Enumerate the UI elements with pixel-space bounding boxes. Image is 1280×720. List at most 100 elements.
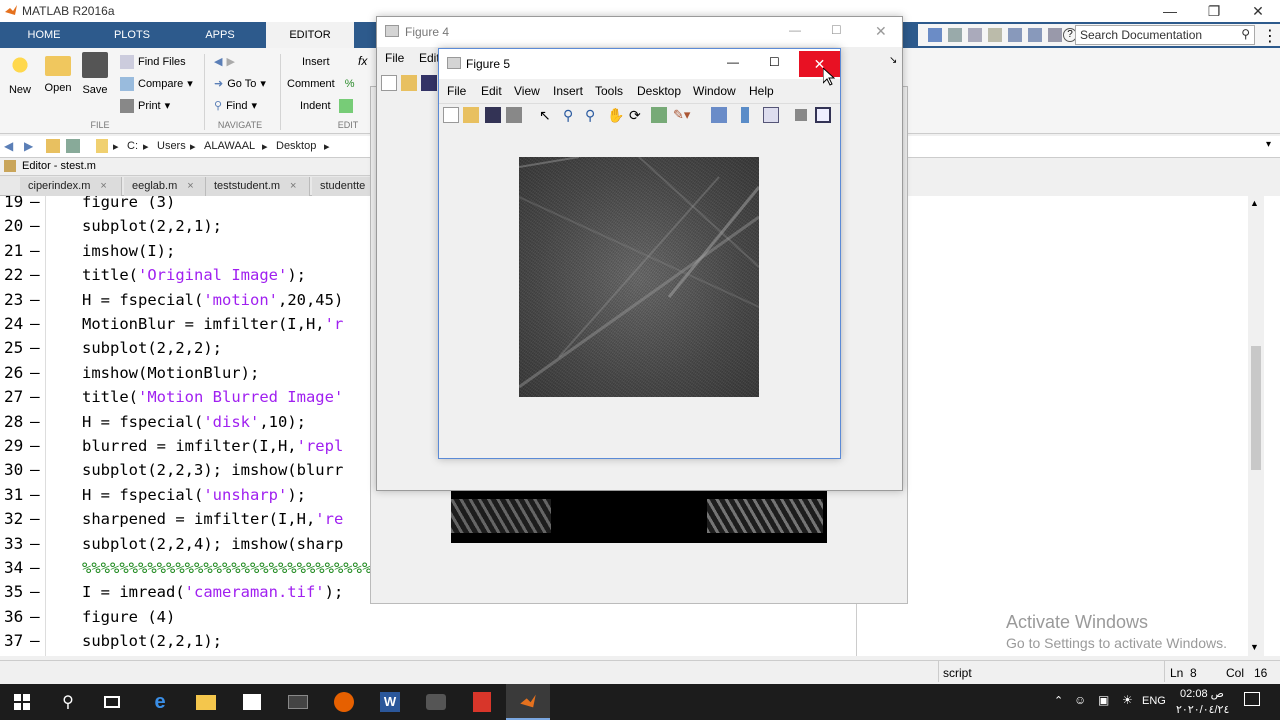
breakpoint-marker[interactable]: — — [30, 458, 40, 482]
tab-home[interactable]: HOME — [0, 22, 88, 48]
breakpoint-marker[interactable]: — — [30, 288, 40, 312]
zoom-out-icon[interactable]: ⚲ — [585, 107, 595, 124]
new-button[interactable]: New — [2, 52, 38, 96]
menu-edit[interactable]: Edit — [481, 84, 502, 98]
go-to-button[interactable]: ➜ Go To ▾ — [214, 75, 266, 93]
action-center-icon[interactable] — [1244, 692, 1260, 706]
browse-folder-icon[interactable] — [66, 139, 80, 153]
link-plot-icon[interactable] — [711, 107, 727, 123]
open-file-icon[interactable] — [401, 75, 417, 91]
find-button[interactable]: ⚲ Find ▾ — [214, 97, 257, 115]
indent-button[interactable]: Indent — [300, 97, 353, 115]
forward-icon[interactable]: ▶ — [24, 139, 33, 153]
menu-window[interactable]: Window — [693, 84, 736, 98]
minimize-button[interactable]: — — [789, 23, 801, 37]
close-button[interactable]: ✕ — [875, 23, 887, 40]
address-dropdown-icon[interactable]: ▾ — [1266, 139, 1271, 150]
scroll-down-icon[interactable]: ▼ — [1250, 642, 1259, 652]
close-icon[interactable]: × — [187, 180, 193, 192]
menu-file[interactable]: File — [385, 51, 404, 65]
comment-button[interactable]: Comment % — [287, 75, 354, 93]
menu-view[interactable]: View — [514, 84, 540, 98]
breakpoint-marker[interactable]: — — [30, 532, 40, 556]
breakpoint-marker[interactable]: — — [30, 336, 40, 360]
brush-icon[interactable]: ✎▾ — [673, 107, 690, 123]
file-explorer-icon[interactable] — [184, 684, 228, 720]
switch-window-icon[interactable] — [1048, 28, 1062, 42]
editor-tab[interactable]: eeglab.m × — [124, 177, 206, 196]
insert-function-icon[interactable]: fx — [358, 54, 367, 68]
pointer-icon[interactable]: ↖ — [539, 107, 551, 124]
breadcrumb-drive[interactable]: C: — [127, 140, 138, 152]
breakpoint-marker[interactable]: — — [30, 239, 40, 263]
copy-icon[interactable] — [968, 28, 982, 42]
open-file-icon[interactable] — [463, 107, 479, 123]
insert-button[interactable]: Insert — [302, 53, 330, 71]
language-indicator[interactable]: ENG — [1142, 695, 1166, 707]
breakpoint-marker[interactable]: — — [30, 434, 40, 458]
save-figure-icon[interactable] — [485, 107, 501, 123]
tab-plots[interactable]: PLOTS — [88, 22, 176, 48]
tab-editor[interactable]: EDITOR — [266, 22, 354, 48]
compare-button[interactable]: Compare ▾ — [120, 75, 193, 93]
menu-help[interactable]: Help — [749, 84, 774, 98]
acrobat-icon[interactable] — [460, 684, 504, 720]
menu-file[interactable]: File — [447, 84, 466, 98]
menu-insert[interactable]: Insert — [553, 84, 583, 98]
breadcrumb-desktop[interactable]: Desktop — [276, 140, 316, 152]
show-hidden-icons[interactable]: ⌃ — [1054, 694, 1063, 707]
ribbon-collapse-icon[interactable]: ⋮ — [1262, 26, 1278, 46]
breadcrumb-alawaal[interactable]: ALAWAAL — [204, 140, 255, 152]
breakpoint-marker[interactable]: — — [30, 580, 40, 604]
paste-icon[interactable] — [988, 28, 1002, 42]
breakpoint-marker[interactable]: — — [30, 507, 40, 531]
maximize-button[interactable]: ☐ — [831, 23, 842, 37]
show-plot-tools-icon[interactable] — [815, 107, 831, 123]
matlab-taskbar-icon[interactable] — [506, 684, 550, 720]
breakpoint-marker[interactable]: — — [30, 196, 40, 214]
rotate-icon[interactable]: ⟳ — [629, 107, 641, 124]
firefox-icon[interactable] — [322, 684, 366, 720]
breakpoint-marker[interactable]: — — [30, 263, 40, 287]
video-editor-icon[interactable] — [276, 684, 320, 720]
breadcrumb-users[interactable]: Users — [157, 140, 186, 152]
print-figure-icon[interactable] — [506, 107, 522, 123]
new-figure-icon[interactable] — [443, 107, 459, 123]
pan-icon[interactable]: ✋ — [607, 107, 624, 124]
close-icon[interactable]: × — [100, 180, 106, 192]
undo-icon[interactable] — [1008, 28, 1022, 42]
find-files-button[interactable]: Find Files — [120, 53, 186, 71]
breakpoint-marker[interactable]: — — [30, 629, 40, 653]
colorbar-icon[interactable] — [741, 107, 749, 123]
search-documentation-input[interactable]: Search Documentation ⚲ — [1075, 25, 1255, 45]
taskbar-search-icon[interactable]: ⚲ — [46, 684, 90, 720]
tab-apps[interactable]: APPS — [176, 22, 264, 48]
scroll-thumb[interactable] — [1251, 346, 1261, 470]
breakpoint-marker[interactable]: — — [30, 214, 40, 238]
breakpoint-marker[interactable]: — — [30, 483, 40, 507]
word-icon[interactable]: W — [368, 684, 412, 720]
editor-tab[interactable]: teststudent.m × — [206, 177, 310, 196]
network-icon[interactable]: ▣ — [1098, 693, 1109, 707]
menu-edit[interactable]: Edit — [419, 51, 440, 65]
minimize-button[interactable]: — — [727, 55, 739, 69]
data-cursor-icon[interactable] — [651, 107, 667, 123]
cut-icon[interactable] — [948, 28, 962, 42]
close-icon[interactable]: × — [290, 180, 296, 192]
legend-icon[interactable] — [763, 107, 779, 123]
hide-plot-tools-icon[interactable] — [795, 109, 807, 121]
breakpoint-marker[interactable]: — — [30, 556, 40, 580]
editor-tab[interactable]: ciperindex.m × — [20, 177, 122, 196]
breakpoint-marker[interactable]: — — [30, 410, 40, 434]
menu-tools[interactable]: Tools — [595, 84, 623, 98]
edge-browser-icon[interactable]: e — [138, 684, 182, 720]
back-icon[interactable]: ◀ — [4, 139, 13, 153]
wifi-icon[interactable]: ☀ — [1122, 693, 1133, 707]
people-icon[interactable]: ☺ — [1074, 693, 1086, 707]
breakpoint-marker[interactable]: — — [30, 385, 40, 409]
up-folder-icon[interactable] — [46, 139, 60, 153]
save-figure-icon[interactable] — [421, 75, 437, 91]
camera-app-icon[interactable] — [414, 684, 458, 720]
dock-arrow-icon[interactable]: ↘ — [889, 55, 897, 66]
minimize-button[interactable]: — — [1148, 0, 1192, 22]
